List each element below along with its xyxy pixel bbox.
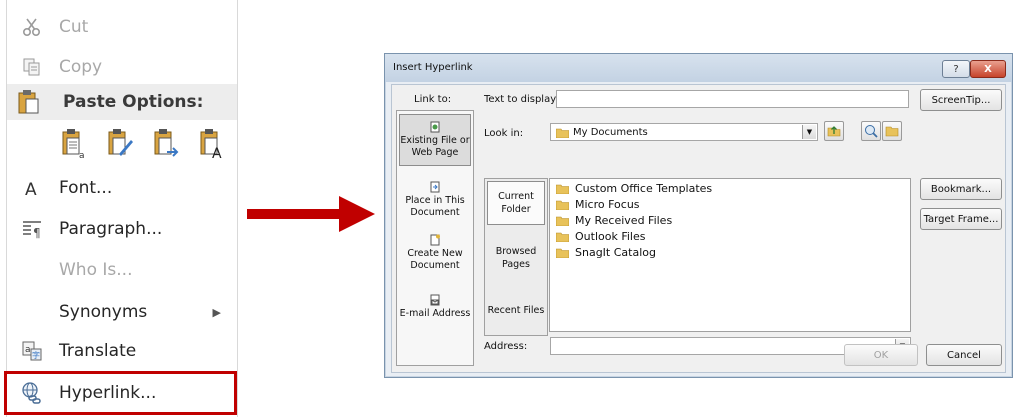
dialog-body: Link to: Existing File or Web Page Place… (391, 84, 1006, 373)
context-menu: Cut Copy Paste Options: a A A Font... ¶ … (6, 0, 238, 417)
bookmark-button[interactable]: Bookmark... (920, 178, 1002, 200)
font-icon: A (19, 175, 45, 201)
list-item[interactable]: Outlook Files (556, 230, 645, 243)
link-to-create-new-document[interactable]: Create New Document (399, 234, 471, 272)
help-button[interactable]: ? (942, 60, 970, 78)
file-list: Custom Office Templates Micro Focus My R… (549, 178, 911, 332)
text-to-display-field[interactable] (556, 90, 909, 108)
paste-options-header: Paste Options: (7, 84, 237, 120)
menu-item-who-is-label: Who Is... (59, 260, 133, 280)
svg-text:A: A (25, 180, 37, 198)
recent-files-label: Recent Files (487, 305, 545, 316)
menu-item-font[interactable]: A Font... (7, 170, 237, 206)
screentip-button[interactable]: ScreenTip... (920, 89, 1002, 111)
menu-item-synonyms-label: Synonyms (59, 302, 148, 322)
menu-item-paragraph[interactable]: ¶ Paragraph... (7, 211, 237, 247)
file-name: Custom Office Templates (575, 182, 713, 195)
svg-text:a: a (25, 345, 31, 355)
picture-paste-icon[interactable] (151, 128, 181, 160)
folder-icon (556, 248, 569, 258)
web-page-icon (430, 121, 440, 133)
clipboard-icon (17, 89, 41, 120)
menu-item-copy[interactable]: Copy (7, 49, 237, 85)
cancel-button[interactable]: Cancel (926, 344, 1002, 366)
address-label: Address: (484, 341, 528, 352)
place-in-document-icon (430, 181, 440, 193)
svg-text:A: A (212, 146, 222, 160)
keep-source-formatting-icon[interactable]: a (59, 128, 89, 161)
link-to-label: Link to: (414, 94, 452, 105)
current-folder-label: Current Folder (498, 191, 534, 215)
ok-button[interactable]: OK (844, 344, 918, 366)
menu-item-copy-label: Copy (59, 57, 103, 77)
folder-icon (556, 216, 569, 226)
link-to-place-label: Place in This Document (405, 195, 465, 218)
email-icon (430, 294, 440, 306)
dialog-titlebar: Insert Hyperlink ? X (385, 54, 1012, 82)
browse-web-icon (865, 125, 878, 138)
menu-item-who-is[interactable]: Who Is... (7, 252, 237, 288)
menu-item-paragraph-label: Paragraph... (59, 219, 163, 239)
link-to-email-address[interactable]: E-mail Address (399, 294, 471, 320)
location-panel: Current Folder Browsed Pages Recent File… (484, 178, 548, 336)
paste-options-buttons: a A (59, 128, 227, 162)
menu-item-font-label: Font... (59, 178, 113, 198)
menu-item-translate-label: Translate (59, 341, 137, 361)
svg-text:¶: ¶ (33, 226, 41, 240)
browsed-pages-label: Browsed Pages (495, 246, 537, 270)
up-folder-icon (827, 126, 841, 137)
svg-text:a: a (79, 151, 85, 160)
browse-file-button[interactable] (882, 121, 902, 141)
paragraph-icon: ¶ (19, 216, 45, 242)
insert-hyperlink-dialog: Insert Hyperlink ? X Link to: Existing F… (384, 53, 1013, 378)
browse-web-button[interactable] (861, 121, 881, 141)
right-arrow-icon (247, 196, 375, 232)
link-to-place-in-document[interactable]: Place in This Document (399, 181, 471, 219)
hyperlink-highlight-box (4, 371, 237, 415)
list-item[interactable]: My Received Files (556, 214, 672, 227)
menu-item-cut[interactable]: Cut (7, 9, 237, 45)
paste-options-label: Paste Options: (63, 92, 204, 112)
dropdown-arrow-icon[interactable]: ▼ (802, 125, 816, 139)
current-folder-tab[interactable]: Current Folder (487, 181, 545, 225)
folder-icon (556, 200, 569, 210)
look-in-value: My Documents (573, 127, 648, 138)
look-in-label: Look in: (484, 128, 524, 139)
merge-formatting-icon[interactable] (105, 128, 135, 160)
file-name: Micro Focus (575, 198, 640, 211)
menu-item-translate[interactable]: a字 Translate (7, 333, 237, 369)
file-name: Outlook Files (575, 230, 646, 243)
new-document-icon (430, 234, 440, 246)
list-item[interactable]: SnagIt Catalog (556, 246, 656, 259)
recent-files-tab[interactable]: Recent Files (487, 304, 545, 317)
file-name: My Received Files (575, 214, 673, 227)
browsed-pages-tab[interactable]: Browsed Pages (487, 245, 545, 271)
file-name: SnagIt Catalog (575, 246, 656, 259)
text-to-display-label: Text to display: (484, 94, 559, 105)
folder-icon (556, 184, 569, 194)
link-to-create-label: Create New Document (407, 248, 463, 271)
scissors-icon (19, 14, 45, 40)
look-in-combo[interactable]: My Documents ▼ (550, 123, 818, 141)
open-folder-icon (885, 126, 899, 137)
menu-item-cut-label: Cut (59, 17, 89, 37)
list-item[interactable]: Micro Focus (556, 198, 640, 211)
submenu-arrow-icon: ▶ (212, 305, 221, 319)
dialog-title: Insert Hyperlink (393, 62, 473, 73)
keep-text-only-icon[interactable]: A (197, 128, 227, 162)
folder-icon (556, 232, 569, 242)
svg-text:字: 字 (32, 350, 40, 360)
translate-icon: a字 (19, 338, 45, 364)
close-button[interactable]: X (970, 60, 1006, 78)
folder-icon (556, 128, 569, 138)
link-to-email-label: E-mail Address (399, 308, 471, 319)
link-to-panel: Existing File or Web Page Place in This … (396, 110, 474, 366)
menu-item-synonyms[interactable]: Synonyms ▶ (7, 294, 237, 330)
target-frame-button[interactable]: Target Frame... (920, 208, 1002, 230)
copy-icon (19, 54, 45, 80)
list-item[interactable]: Custom Office Templates (556, 182, 712, 195)
up-one-folder-button[interactable] (824, 121, 844, 141)
link-to-existing-file[interactable]: Existing File or Web Page (399, 114, 471, 166)
link-to-existing-label: Existing File or Web Page (400, 135, 470, 158)
